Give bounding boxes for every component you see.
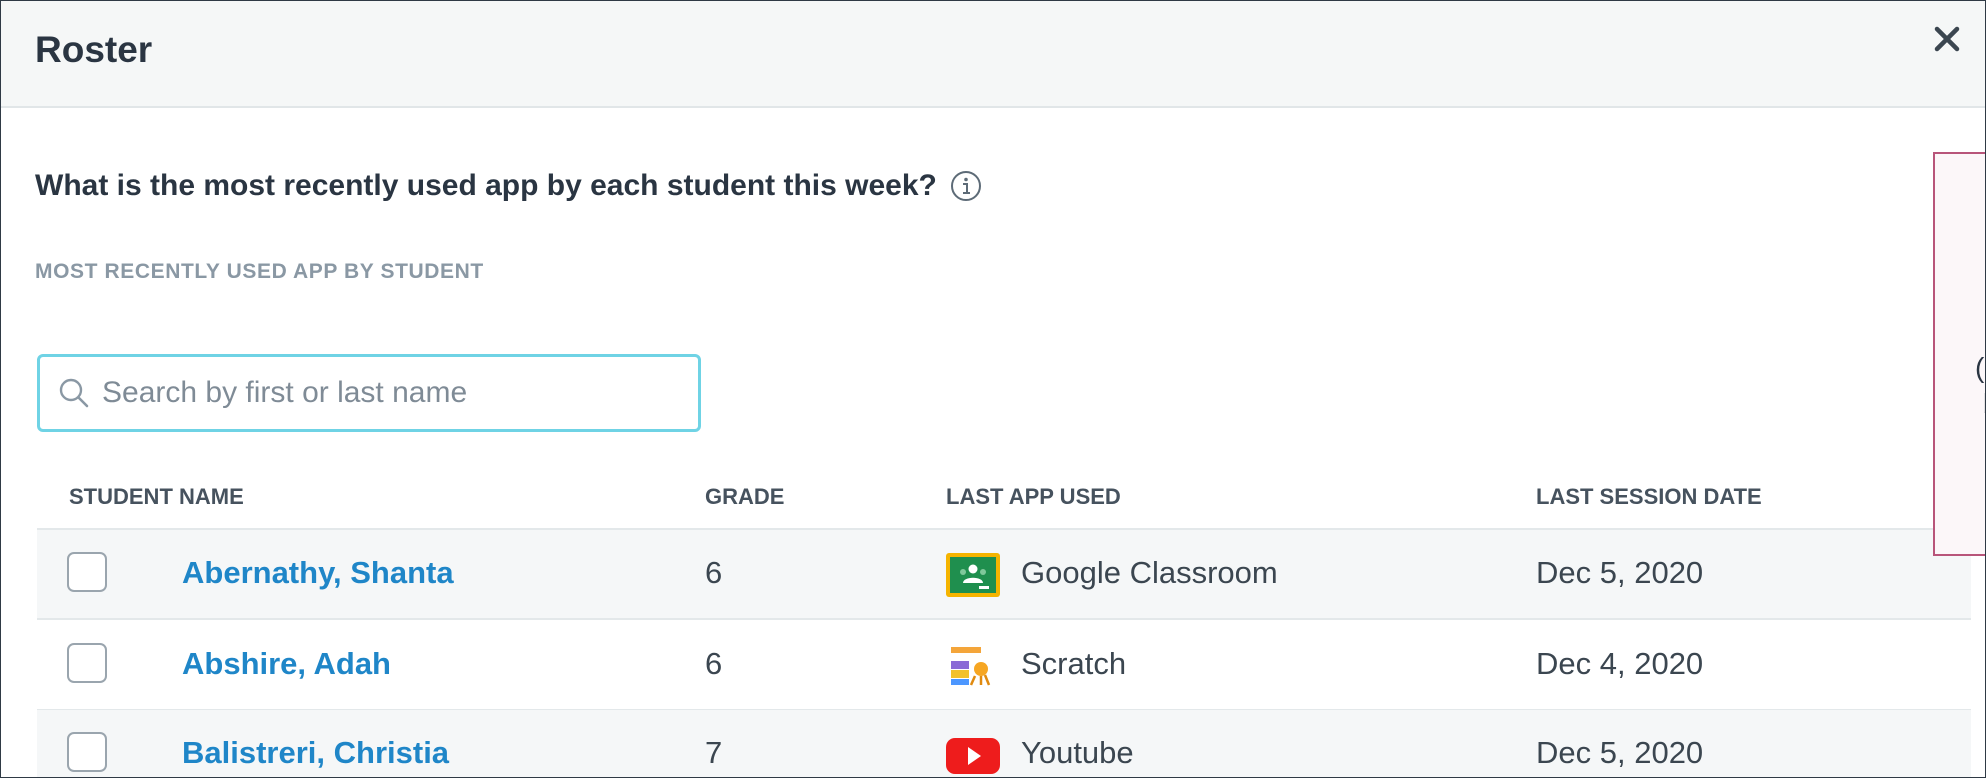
session-date-cell: Dec 4, 2020 [1536,646,1704,681]
app-name-cell: Youtube [1021,735,1134,770]
table-row: Abshire, Adah 6 Scratch Dec 4, 2020 [37,621,1971,711]
table-header: STUDENT NAME GRADE LAST APP USED LAST SE… [37,474,1971,530]
student-name-link[interactable]: Abernathy, Shanta [182,555,454,591]
row-checkbox[interactable] [67,732,107,772]
scratch-icon [945,643,1001,689]
grade-cell: 7 [705,735,723,770]
search-input[interactable] [102,376,662,410]
table-row: Balistreri, Christia 7 Youtube Dec 5, 20… [37,710,1971,777]
column-header-last-session-date[interactable]: LAST SESSION DATE [1536,484,1762,510]
student-name-link[interactable]: Abshire, Adah [182,646,391,682]
close-icon[interactable] [1929,21,1965,57]
side-panel-line: ( [1975,352,1985,383]
student-name-link[interactable]: Balistreri, Christia [182,735,449,771]
app-name-cell: Scratch [1021,646,1127,681]
column-header-grade[interactable]: GRADE [705,484,784,510]
grade-cell: 6 [705,646,723,681]
side-panel-line: b [1975,386,1985,422]
youtube-icon [945,732,1001,777]
row-checkbox[interactable] [67,643,107,683]
google-classroom-icon [945,552,1001,598]
question-heading: What is the most recently used app by ea… [35,169,983,203]
side-panel-text: ( b [1975,350,1985,422]
grade-cell: 6 [705,555,723,590]
search-box[interactable] [37,354,701,432]
row-checkbox[interactable] [67,552,107,592]
side-panel: ( b [1933,152,1985,556]
session-date-cell: Dec 5, 2020 [1536,555,1704,590]
column-header-student-name[interactable]: STUDENT NAME [69,484,244,510]
modal-title: Roster [35,29,153,70]
section-label: MOST RECENTLY USED APP BY STUDENT [35,260,484,283]
question-text: What is the most recently used app by ea… [35,169,937,202]
session-date-cell: Dec 5, 2020 [1536,735,1704,770]
info-icon[interactable] [949,169,983,203]
table-row: Abernathy, Shanta 6 Google Classroom Dec… [37,530,1971,620]
app-name-cell: Google Classroom [1021,555,1278,590]
column-header-last-app-used[interactable]: LAST APP USED [946,484,1121,510]
modal-header: Roster [1,1,1985,108]
roster-modal: Roster What is the most recently used ap… [0,0,1986,778]
search-icon [58,377,90,409]
